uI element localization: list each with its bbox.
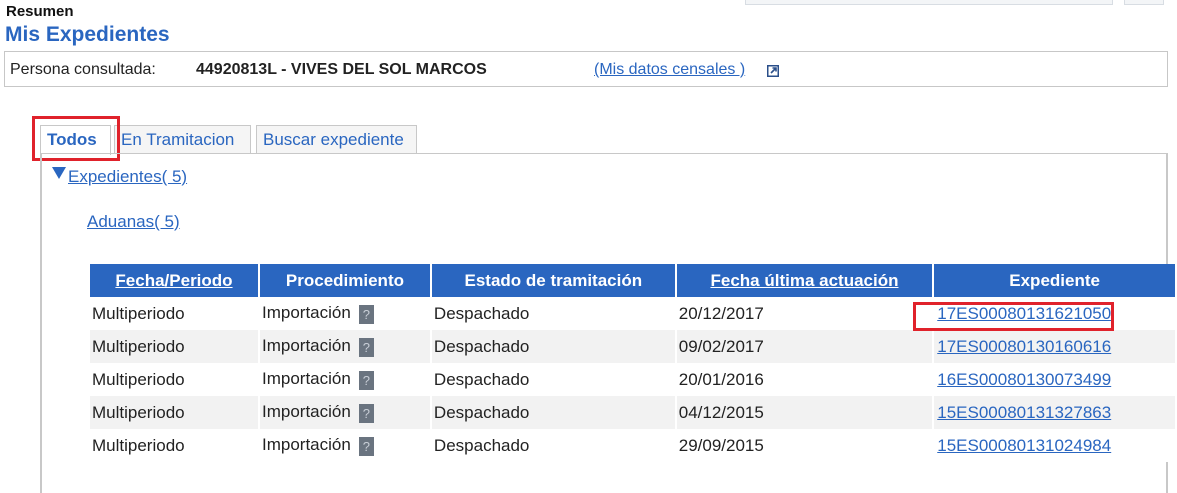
header-fecha-ultima[interactable]: Fecha última actuación <box>676 264 933 297</box>
top-button-box <box>1124 0 1164 5</box>
highlight-expediente-box <box>913 302 1114 331</box>
help-icon[interactable]: ? <box>358 304 374 324</box>
table-header-row: Fecha/Periodo Procedimiento Estado de tr… <box>90 264 1175 297</box>
cell-fecha: 04/12/2015 <box>676 396 933 429</box>
person-label: Persona consultada: <box>10 61 156 78</box>
census-data-link[interactable]: (Mis datos censales ) <box>594 61 745 79</box>
cell-estado: Despachado <box>431 363 675 396</box>
cell-expediente: 15ES00080131024984 <box>934 429 1175 462</box>
cell-fecha: 29/09/2015 <box>676 429 933 462</box>
cell-fecha: 20/01/2016 <box>676 363 933 396</box>
triangle-down-icon[interactable] <box>52 167 66 179</box>
cell-procedimiento: Importación? <box>259 396 430 429</box>
page-title: Mis Expedientes <box>5 23 170 46</box>
cell-estado: Despachado <box>431 429 675 462</box>
external-link-icon[interactable] <box>767 65 779 77</box>
aduanas-link[interactable]: Aduanas( 5) <box>87 212 180 232</box>
help-icon[interactable]: ? <box>358 403 374 423</box>
cell-periodo: Multiperiodo <box>90 297 258 330</box>
table-row: Multiperiodo Importación? Despachado 20/… <box>90 363 1175 396</box>
expediente-link[interactable]: 17ES00080130160616 <box>936 337 1111 356</box>
table-row: Multiperiodo Importación? Despachado 09/… <box>90 330 1175 363</box>
cell-procedimiento: Importación? <box>259 330 430 363</box>
help-icon[interactable]: ? <box>358 370 374 390</box>
cell-periodo: Multiperiodo <box>90 330 258 363</box>
tab-buscar-expediente[interactable]: Buscar expediente <box>256 125 417 153</box>
cell-periodo: Multiperiodo <box>90 363 258 396</box>
help-icon[interactable]: ? <box>358 436 374 456</box>
header-fecha-periodo[interactable]: Fecha/Periodo <box>90 264 258 297</box>
person-box: Persona consultada: 44920813L - VIVES DE… <box>4 51 1168 87</box>
expediente-link[interactable]: 15ES00080131327863 <box>936 403 1111 422</box>
cell-estado: Despachado <box>431 297 675 330</box>
table-row: Multiperiodo Importación? Despachado 29/… <box>90 429 1175 462</box>
top-search-box <box>745 0 1113 5</box>
cell-fecha: 09/02/2017 <box>676 330 933 363</box>
breadcrumb: Resumen <box>6 3 74 20</box>
cell-fecha: 20/12/2017 <box>676 297 933 330</box>
cell-expediente: 15ES00080131327863 <box>934 396 1175 429</box>
header-estado: Estado de tramitación <box>431 264 675 297</box>
cell-estado: Despachado <box>431 396 675 429</box>
cell-procedimiento: Importación? <box>259 297 430 330</box>
header-procedimiento: Procedimiento <box>259 264 430 297</box>
tab-en-tramitacion[interactable]: En Tramitacion <box>114 125 251 153</box>
cell-estado: Despachado <box>431 330 675 363</box>
expedientes-table: Fecha/Periodo Procedimiento Estado de tr… <box>88 264 1177 462</box>
header-expediente: Expediente <box>934 264 1175 297</box>
cell-procedimiento: Importación? <box>259 363 430 396</box>
help-icon[interactable]: ? <box>358 337 374 357</box>
cell-periodo: Multiperiodo <box>90 429 258 462</box>
expediente-link[interactable]: 16ES00080130073499 <box>936 370 1111 389</box>
cell-procedimiento: Importación? <box>259 429 430 462</box>
cell-periodo: Multiperiodo <box>90 396 258 429</box>
cell-expediente: 16ES00080130073499 <box>934 363 1175 396</box>
person-value: 44920813L - VIVES DEL SOL MARCOS <box>196 61 487 78</box>
table-row: Multiperiodo Importación? Despachado 04/… <box>90 396 1175 429</box>
expediente-link[interactable]: 15ES00080131024984 <box>936 436 1111 455</box>
cell-expediente: 17ES00080130160616 <box>934 330 1175 363</box>
expedientes-link[interactable]: Expedientes( 5) <box>68 167 187 187</box>
